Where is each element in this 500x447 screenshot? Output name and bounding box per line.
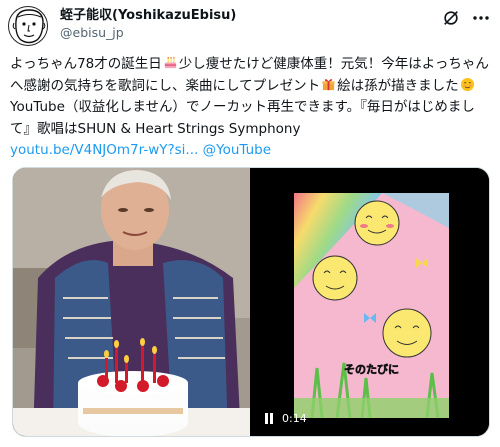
media-grid: そのたびに 0:14 [12, 167, 490, 437]
tweet-text-part: YouTube（収益化しません）でノーカット再生できます。『毎日がはじめまして』… [10, 99, 475, 137]
smiling-face-emoji [460, 77, 474, 91]
video-controls: 0:14 [264, 410, 307, 426]
tweet-text: よっちゃん78才の誕生日 少し痩せたけど健康体重！元気！今年はよっちゃんへ感謝の… [10, 54, 492, 162]
elderly-man-with-birthday-cake-photo[interactable] [13, 168, 250, 437]
more-options-icon[interactable] [472, 10, 490, 26]
tweet-text-part: よっちゃん78才の誕生日 [10, 56, 162, 72]
video-timestamp: 0:14 [282, 411, 307, 425]
youtube-link[interactable]: youtu.be/V4NJOm7r-wY?si... [10, 142, 198, 158]
video-frame-drawing: そのたびに [294, 193, 449, 419]
tweet-header: 蛭子能収(YoshikazuEbisu) @ebisu_jp [8, 6, 492, 46]
tweet-text-part: 絵は孫が描きました [337, 77, 459, 94]
author-handle[interactable]: @ebisu_jp [60, 24, 236, 42]
youtube-mention[interactable]: @YouTube [203, 142, 271, 158]
grok-icon[interactable] [442, 9, 460, 27]
video-player[interactable]: そのたびに 0:14 [252, 168, 489, 436]
caricature-avatar-icon [12, 9, 46, 44]
author-display-name[interactable]: 蛭子能収(YoshikazuEbisu) [60, 7, 236, 24]
gift-emoji [322, 78, 335, 90]
pause-icon[interactable] [264, 412, 274, 424]
author-avatar[interactable] [8, 6, 48, 46]
birthday-cake-emoji [164, 56, 176, 69]
video-caption: そのたびに [344, 362, 399, 376]
